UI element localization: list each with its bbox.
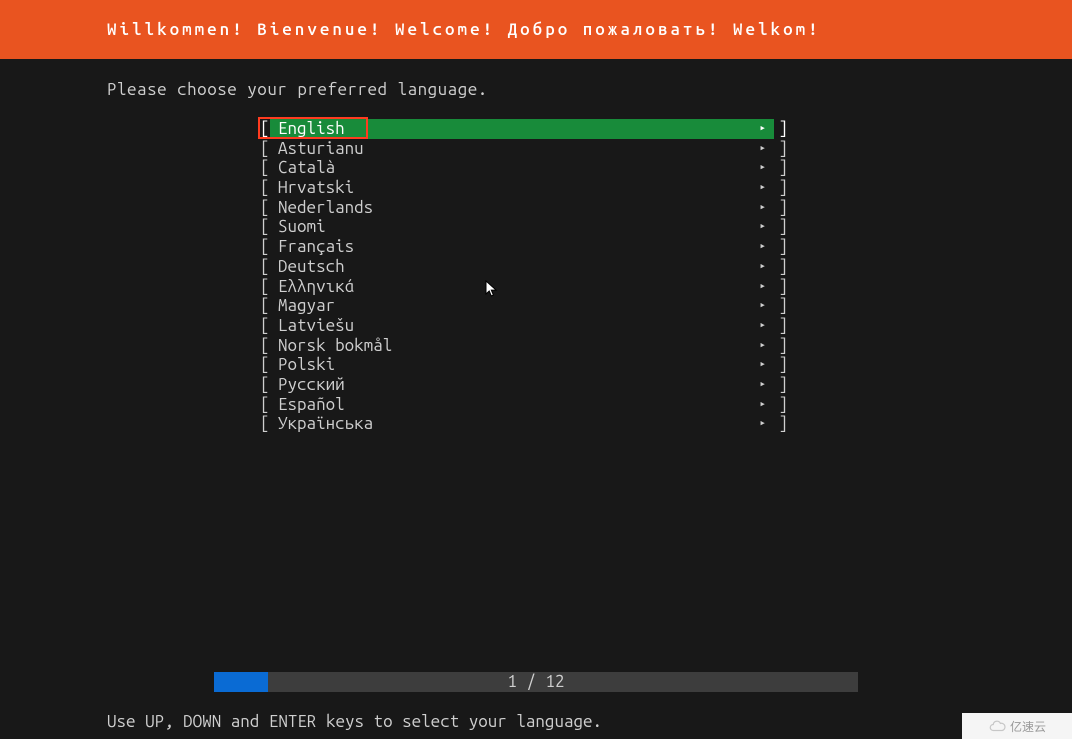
left-bracket: [ <box>260 414 278 434</box>
left-bracket: [ <box>260 336 278 356</box>
submenu-arrow-icon: ▸ <box>759 395 766 415</box>
submenu-arrow-icon: ▸ <box>759 414 766 434</box>
language-label: Suomi <box>278 217 326 236</box>
submenu-arrow-icon: ▸ <box>759 119 766 139</box>
language-option[interactable]: [ Magyar ▸] <box>260 296 790 316</box>
language-option[interactable]: [ Asturianu ▸] <box>260 139 790 159</box>
left-bracket: [ <box>260 217 278 237</box>
submenu-arrow-icon: ▸ <box>759 237 766 257</box>
cloud-icon <box>988 719 1006 733</box>
language-label: Nederlands <box>278 198 373 217</box>
progress-bar: 1 / 12 <box>214 672 858 692</box>
left-bracket: [ <box>260 198 278 218</box>
language-option[interactable]: [ Nederlands ▸] <box>260 198 790 218</box>
right-bracket: ] <box>778 217 788 237</box>
language-label: Polski <box>278 355 335 374</box>
right-bracket: ] <box>778 158 788 178</box>
right-bracket: ] <box>778 414 788 434</box>
right-bracket: ] <box>778 355 788 375</box>
right-bracket: ] <box>778 296 788 316</box>
footer-hint: Use UP, DOWN and ENTER keys to select yo… <box>107 712 602 731</box>
left-bracket: [ <box>260 257 278 277</box>
right-bracket: ] <box>778 237 788 257</box>
left-bracket: [ <box>260 237 278 257</box>
language-option[interactable]: [ Norsk bokmål ▸] <box>260 336 790 356</box>
language-option[interactable]: [ Ελληνικά ▸] <box>260 277 790 297</box>
language-option[interactable]: [ Русский ▸] <box>260 375 790 395</box>
selection-bar <box>270 119 774 139</box>
language-label: Asturianu <box>278 139 364 158</box>
language-list[interactable]: [ English▸][ Asturianu▸][ Català▸][ Hrva… <box>260 119 790 434</box>
submenu-arrow-icon: ▸ <box>759 178 766 198</box>
language-label: Español <box>278 395 345 414</box>
submenu-arrow-icon: ▸ <box>759 355 766 375</box>
language-option[interactable]: [ Latviešu ▸] <box>260 316 790 336</box>
right-bracket: ] <box>778 139 788 159</box>
submenu-arrow-icon: ▸ <box>759 217 766 237</box>
language-option[interactable]: [ Deutsch ▸] <box>260 257 790 277</box>
installer-header: Willkommen! Bienvenue! Welcome! Добро по… <box>0 0 1072 59</box>
watermark: 亿速云 <box>962 713 1072 739</box>
right-bracket: ] <box>778 178 788 198</box>
right-bracket: ] <box>778 198 788 218</box>
language-option[interactable]: [ Français ▸] <box>260 237 790 257</box>
language-label: Hrvatski <box>278 178 354 197</box>
right-bracket: ] <box>778 257 788 277</box>
right-bracket: ] <box>778 395 788 415</box>
right-bracket: ] <box>778 375 788 395</box>
left-bracket: [ <box>260 296 278 316</box>
left-bracket: [ <box>260 158 278 178</box>
submenu-arrow-icon: ▸ <box>759 139 766 159</box>
progress-text: 1 / 12 <box>214 672 858 692</box>
language-option[interactable]: [ Español ▸] <box>260 395 790 415</box>
left-bracket: [ <box>260 375 278 395</box>
left-bracket: [ <box>260 277 278 297</box>
submenu-arrow-icon: ▸ <box>759 296 766 316</box>
language-label: Latviešu <box>278 316 354 335</box>
language-label: Українська <box>278 414 373 433</box>
language-option[interactable]: [ Hrvatski ▸] <box>260 178 790 198</box>
right-bracket: ] <box>778 316 788 336</box>
language-option[interactable]: [ English ▸] <box>260 119 790 139</box>
left-bracket: [ <box>260 178 278 198</box>
submenu-arrow-icon: ▸ <box>759 336 766 356</box>
installer-body: Please choose your preferred language. [… <box>0 59 1072 739</box>
submenu-arrow-icon: ▸ <box>759 257 766 277</box>
watermark-text: 亿速云 <box>1010 718 1046 735</box>
language-option[interactable]: [ Català ▸] <box>260 158 790 178</box>
language-label: Magyar <box>278 296 335 315</box>
submenu-arrow-icon: ▸ <box>759 316 766 336</box>
language-label: Русский <box>278 375 345 394</box>
language-option[interactable]: [ Polski ▸] <box>260 355 790 375</box>
language-label: Ελληνικά <box>278 277 354 296</box>
language-label: Català <box>278 158 335 177</box>
language-label: Deutsch <box>278 257 345 276</box>
language-label: English <box>278 119 345 138</box>
left-bracket: [ <box>260 395 278 415</box>
left-bracket: [ <box>260 119 278 139</box>
left-bracket: [ <box>260 355 278 375</box>
language-option[interactable]: [ Suomi ▸] <box>260 217 790 237</box>
language-label: Norsk bokmål <box>278 336 392 355</box>
prompt-text: Please choose your preferred language. <box>107 80 488 99</box>
language-option[interactable]: [ Українська ▸] <box>260 414 790 434</box>
left-bracket: [ <box>260 316 278 336</box>
right-bracket: ] <box>778 277 788 297</box>
submenu-arrow-icon: ▸ <box>759 158 766 178</box>
submenu-arrow-icon: ▸ <box>759 375 766 395</box>
right-bracket: ] <box>778 119 788 139</box>
right-bracket: ] <box>778 336 788 356</box>
submenu-arrow-icon: ▸ <box>759 198 766 218</box>
submenu-arrow-icon: ▸ <box>759 277 766 297</box>
left-bracket: [ <box>260 139 278 159</box>
header-title: Willkommen! Bienvenue! Welcome! Добро по… <box>107 20 821 39</box>
language-label: Français <box>278 237 354 256</box>
